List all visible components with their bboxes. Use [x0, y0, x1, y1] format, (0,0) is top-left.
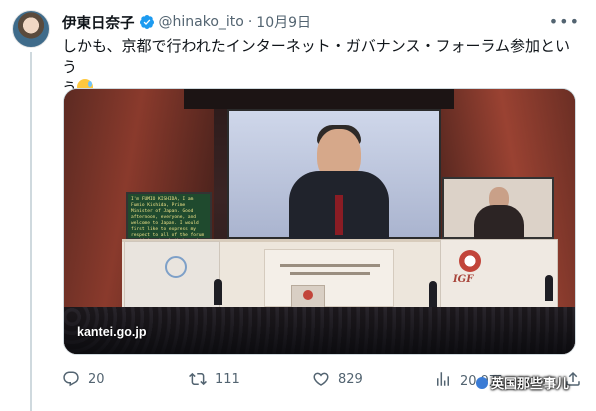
igf-logo-icon	[459, 250, 481, 272]
tweet-date[interactable]: 10月9日	[256, 12, 311, 32]
heart-icon	[313, 372, 329, 386]
reply-icon	[63, 371, 79, 387]
source-watermark-text: 英国那些事儿	[491, 377, 570, 392]
ceiling	[184, 89, 454, 109]
source-watermark-badge: 英国那些事儿	[472, 372, 573, 393]
podium-emblem-icon	[303, 290, 313, 300]
stage-panel-igf: IGF	[440, 239, 558, 311]
avatar[interactable]	[12, 10, 50, 48]
author-handle[interactable]: @hinako_ito	[159, 14, 244, 30]
igf-logo-text: IGF	[453, 274, 474, 285]
thread-line	[30, 52, 32, 411]
tweet-photo[interactable]: I'm FUMIO KISHIDA, I am Fumio Kishida, P…	[63, 88, 576, 355]
header-separator: ·	[247, 14, 253, 30]
reply-button[interactable]: 20	[62, 368, 105, 390]
speaker-tie	[335, 195, 343, 235]
stage-banner	[264, 249, 394, 307]
un-emblem-icon	[165, 256, 187, 278]
source-logo-icon	[476, 376, 488, 389]
more-options-icon[interactable]: •••	[549, 12, 580, 31]
main-screen	[227, 109, 441, 241]
author-display-name[interactable]: 伊東日奈子	[62, 12, 135, 33]
tweet-text-line1: しかも、京都で行われたインターネット・ガバナンス・フォーラム参加という	[62, 37, 571, 76]
verified-badge-icon	[139, 15, 154, 29]
caption-screen: I'm FUMIO KISHIDA, I am Fumio Kishida, P…	[126, 192, 212, 244]
like-button[interactable]: 829	[312, 368, 363, 390]
caption-screen-text: I'm FUMIO KISHIDA, I am Fumio Kishida, P…	[131, 197, 205, 244]
tweet-header: 伊東日奈子 @hinako_ito · 10月9日	[62, 12, 311, 32]
photo-watermark: kantei.go.jp	[77, 325, 147, 339]
like-count: 829	[338, 371, 363, 387]
views-chart-icon	[437, 372, 449, 386]
signer-body	[474, 205, 524, 239]
stage-person	[545, 275, 553, 301]
sign-language-screen	[442, 177, 554, 239]
stage-person	[214, 279, 222, 305]
reply-count: 20	[88, 371, 105, 387]
stage-person	[429, 281, 437, 307]
retweet-button[interactable]: 111	[189, 368, 240, 390]
stage-panel-un	[124, 241, 220, 309]
retweet-count: 111	[215, 371, 240, 387]
retweet-icon	[189, 372, 207, 386]
